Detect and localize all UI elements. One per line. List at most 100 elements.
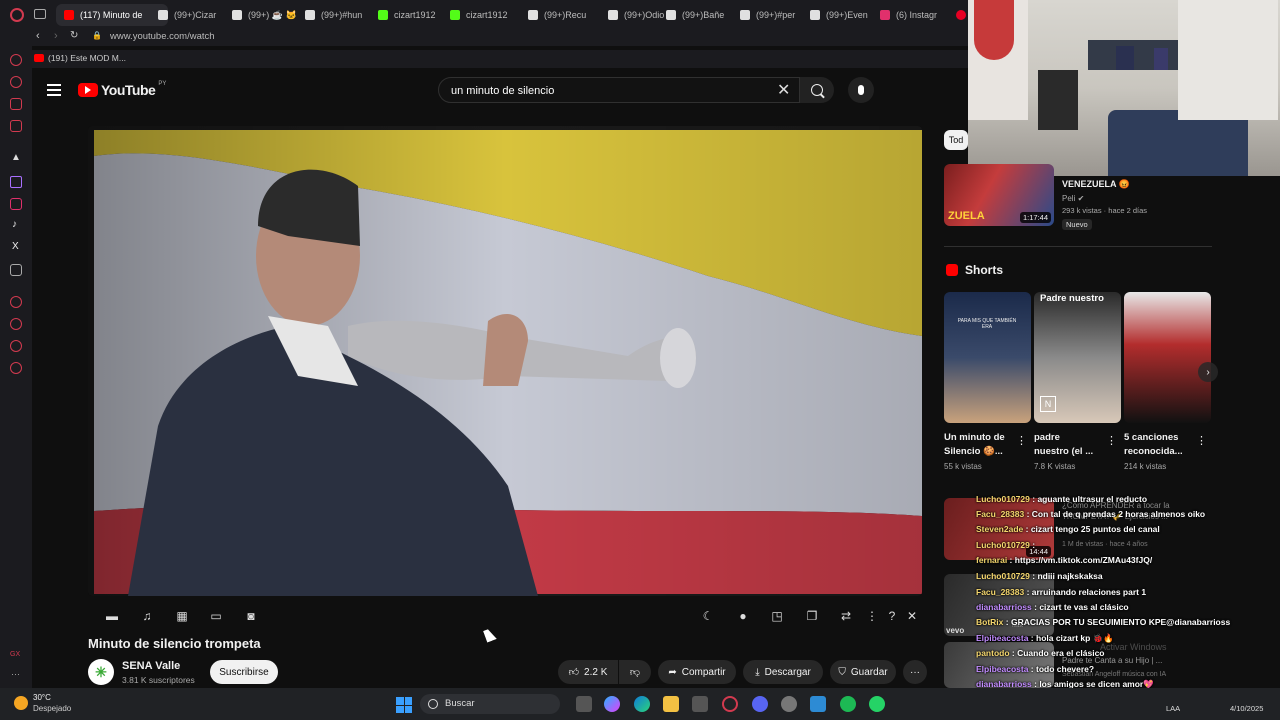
bookmark-item[interactable]: (191) Este MOD M...: [48, 53, 126, 63]
twitch-icon[interactable]: [10, 176, 22, 188]
gmail-icon[interactable]: [10, 120, 22, 132]
chat-username[interactable]: dianabarrioss: [976, 602, 1032, 612]
more-actions-button[interactable]: ···: [903, 660, 927, 684]
save-button[interactable]: ⛉ Guardar: [830, 660, 896, 684]
short-title[interactable]: 5 canciones reconocida...: [1124, 431, 1183, 459]
video-player[interactable]: [88, 126, 922, 596]
browser-tab[interactable]: (99+) ☕ 🐱: [232, 4, 298, 26]
short-title[interactable]: Un minuto de Silencio 🍪...: [944, 431, 1005, 459]
chat-username[interactable]: BotRix: [976, 617, 1003, 627]
messenger-icon[interactable]: [10, 54, 22, 66]
chat-username[interactable]: Facu_28383: [976, 587, 1024, 597]
x-icon[interactable]: X: [10, 241, 22, 254]
weather-temp[interactable]: 30°C: [33, 693, 51, 702]
voice-search-button[interactable]: [848, 77, 874, 103]
share-button[interactable]: ➦ Compartir: [658, 660, 736, 684]
discord-app-icon[interactable]: [752, 696, 768, 712]
store-icon[interactable]: [692, 696, 708, 712]
gx-icon[interactable]: GX: [10, 650, 22, 662]
chat-username[interactable]: Lucho010729: [976, 494, 1030, 504]
settings-app-icon[interactable]: [781, 696, 797, 712]
browser-tab[interactable]: (99+)#hun: [305, 4, 371, 26]
short-menu-icon[interactable]: ⋮: [1106, 434, 1117, 447]
file-explorer-icon[interactable]: [663, 696, 679, 712]
short-menu-icon[interactable]: ⋮: [1016, 434, 1027, 447]
shorts-next-button[interactable]: ›: [1198, 362, 1218, 382]
camera-icon[interactable]: ▬: [104, 608, 120, 624]
recommended-title[interactable]: VENEZUELA 😡: [1062, 179, 1130, 190]
pip-icon[interactable]: ◳: [769, 608, 785, 624]
browser-tab[interactable]: (117) Minuto de: [56, 4, 168, 26]
chat-username[interactable]: Elpibeacosta: [976, 664, 1028, 674]
chat-username[interactable]: fernarai: [976, 555, 1007, 565]
more-options-icon[interactable]: ⋮: [864, 608, 880, 624]
taskbar-search[interactable]: Buscar: [420, 694, 560, 714]
search-button[interactable]: [800, 77, 834, 103]
clock-date[interactable]: 4/10/2025: [1230, 704, 1263, 713]
vk-icon[interactable]: [10, 98, 22, 110]
lightbulb-icon[interactable]: ●: [735, 608, 751, 624]
screenshot-icon[interactable]: ◙: [243, 608, 259, 624]
like-button[interactable]: 👍︎ 2.2 K: [558, 660, 618, 684]
download-button[interactable]: ⤓ Descargar: [743, 660, 823, 684]
gallery-icon[interactable]: ▦: [174, 608, 190, 624]
browser-tab[interactable]: (99+)Cizar: [158, 4, 224, 26]
whatsapp-app-icon[interactable]: [869, 696, 885, 712]
channel-avatar[interactable]: ✳: [88, 659, 114, 685]
notepad-icon[interactable]: [810, 696, 826, 712]
short-thumbnail[interactable]: Padre nuestro N: [1034, 292, 1121, 423]
dark-mode-icon[interactable]: ☾: [700, 608, 716, 624]
search-box[interactable]: ✕: [438, 77, 800, 103]
back-icon[interactable]: ‹: [36, 30, 40, 42]
chat-username[interactable]: pantodo: [976, 648, 1010, 658]
loop-icon[interactable]: ⇄: [838, 608, 854, 624]
subscribe-button[interactable]: Suscribirse: [210, 660, 278, 684]
tiktok-icon[interactable]: ♪: [10, 219, 22, 232]
recommended-thumbnail[interactable]: ZUELA 1:17:44: [944, 164, 1054, 226]
windows-start-icon[interactable]: [396, 697, 412, 713]
chat-username[interactable]: Facu_28383: [976, 509, 1024, 519]
browser-tab[interactable]: (99+)Even: [810, 4, 876, 26]
chat-username[interactable]: Lucho010729: [976, 540, 1030, 550]
short-menu-icon[interactable]: ⋮: [1196, 434, 1207, 447]
reload-icon[interactable]: ↻: [70, 30, 78, 41]
task-view-icon[interactable]: [576, 696, 592, 712]
music-icon[interactable]: ♫: [139, 608, 155, 624]
browser-tab[interactable]: (99+)Recu: [528, 4, 594, 26]
browser-tab[interactable]: (99+)Bañe: [666, 4, 732, 26]
captions-icon[interactable]: ▭: [208, 608, 224, 624]
chat-username[interactable]: Steven2ade: [976, 524, 1023, 534]
recommended-channel[interactable]: Peli ✔: [1062, 194, 1084, 203]
pinterest-tab-icon[interactable]: [956, 10, 966, 20]
opera-gx-icon[interactable]: [722, 696, 738, 712]
aria-icon[interactable]: ▲: [10, 152, 22, 166]
chat-username[interactable]: Lucho010729: [976, 571, 1030, 581]
chat-username[interactable]: Elpibeacosta: [976, 633, 1028, 643]
search-input[interactable]: [449, 82, 773, 100]
chip-all[interactable]: Tod: [944, 130, 968, 150]
browser-tab[interactable]: cizart1912: [450, 4, 516, 26]
whatsapp-icon[interactable]: [10, 76, 22, 88]
browser-tab[interactable]: (6) Instagr: [880, 4, 946, 26]
player-icon[interactable]: [10, 296, 22, 308]
copilot-icon[interactable]: [604, 696, 620, 712]
copy-icon[interactable]: ❐: [804, 608, 820, 624]
opera-logo-icon[interactable]: [10, 8, 24, 22]
url-field[interactable]: www.youtube.com/watch: [110, 31, 215, 42]
browser-tab[interactable]: (99+)Odio: [608, 4, 674, 26]
spotify-icon[interactable]: [840, 696, 856, 712]
dislike-button[interactable]: 👎︎: [619, 660, 651, 684]
tab-menu-icon[interactable]: [34, 9, 46, 19]
channel-name[interactable]: SENA Valle: [122, 660, 180, 672]
extensions-icon[interactable]: [10, 340, 22, 352]
browser-tab[interactable]: (99+)#per: [740, 4, 806, 26]
settings-icon[interactable]: [10, 362, 22, 374]
close-icon[interactable]: ✕: [904, 608, 920, 624]
short-thumbnail[interactable]: [1124, 292, 1211, 423]
help-icon[interactable]: ?: [884, 608, 900, 624]
youtube-logo[interactable]: YouTube PY: [78, 81, 166, 98]
instagram-icon[interactable]: [10, 198, 22, 210]
edge-icon[interactable]: [634, 696, 650, 712]
clear-search-icon[interactable]: ✕: [777, 80, 790, 100]
forward-icon[interactable]: ›: [54, 30, 58, 42]
